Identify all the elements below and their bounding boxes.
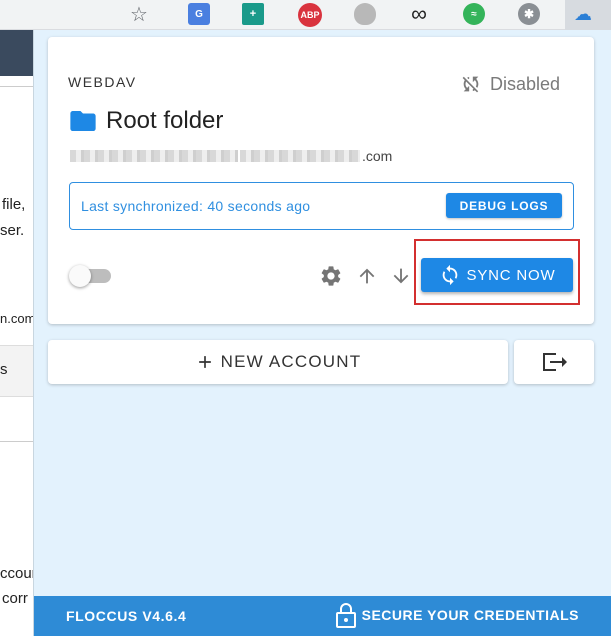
sync-status: Disabled	[460, 73, 560, 95]
star-add-icon[interactable]: ☆	[128, 3, 150, 26]
background-text: corr	[2, 590, 28, 607]
upload-button[interactable]	[354, 263, 380, 289]
lock-icon	[335, 603, 356, 628]
background-text: n.com	[0, 311, 36, 326]
new-account-label: NEW ACCOUNT	[220, 352, 362, 371]
grid-icon[interactable]: +	[242, 3, 264, 25]
sync-disabled-icon	[462, 76, 479, 93]
settings-button[interactable]	[318, 263, 344, 289]
cloud-icon[interactable]: ☁	[572, 3, 594, 25]
google-translate-icon[interactable]: G	[188, 3, 210, 25]
secure-credentials-label: SECURE YOUR CREDENTIALS	[361, 607, 579, 623]
sync-now-button[interactable]: SYNC NOW	[421, 258, 573, 292]
import-export-button[interactable]	[514, 340, 594, 384]
background-text: ccour	[0, 565, 37, 582]
sync-now-label: SYNC NOW	[466, 266, 556, 284]
account-card: WEBDAV Disabled Root folder .com Last sy…	[48, 37, 594, 324]
new-account-button[interactable]: NEW ACCOUNT	[48, 340, 508, 384]
background-text: ser.	[0, 222, 25, 239]
toggle-knob	[69, 265, 91, 287]
account-url-suffix: .com	[362, 148, 393, 164]
adblock-plus-icon[interactable]: ABP	[298, 3, 322, 27]
sync-info-box: Last synchronized: 40 seconds ago DEBUG …	[69, 182, 574, 230]
secure-credentials-link[interactable]: SECURE YOUR CREDENTIALS	[334, 601, 579, 629]
download-button[interactable]	[388, 263, 414, 289]
palm-tree-icon[interactable]: ✱	[518, 3, 540, 25]
status-label: Disabled	[489, 73, 560, 94]
arrow-down-icon	[393, 268, 409, 284]
redacted-text	[70, 150, 238, 162]
export-icon	[543, 353, 567, 371]
folder-name: Root folder	[106, 107, 224, 134]
sync-icon	[442, 264, 457, 286]
last-synchronized-text: Last synchronized: 40 seconds ago	[81, 198, 311, 214]
account-type: WEBDAV	[68, 74, 137, 90]
folder-row: Root folder	[70, 107, 223, 135]
debug-logs-button[interactable]: DEBUG LOGS	[446, 193, 562, 218]
redacted-text	[240, 150, 360, 162]
background-text: s	[0, 361, 8, 378]
infinity-icon[interactable]: ∞	[406, 1, 432, 26]
gear-icon	[321, 266, 341, 286]
plus-icon	[198, 356, 211, 368]
folder-icon	[70, 111, 96, 131]
account-url: .com	[70, 148, 392, 164]
background-text: file,	[2, 196, 26, 213]
version-label: FLOCCUS V4.6.4	[66, 608, 187, 624]
account-enable-toggle[interactable]	[69, 265, 113, 287]
footer-bar: FLOCCUS V4.6.4 SECURE YOUR CREDENTIALS	[34, 596, 611, 636]
audio-wave-icon[interactable]: ≈	[463, 3, 485, 25]
ghost-icon[interactable]	[354, 3, 376, 25]
browser-toolbar: ☆ G + ABP ∞ ≈ ✱ ☁	[0, 0, 611, 30]
floccus-popup: WEBDAV Disabled Root folder .com Last sy…	[33, 30, 611, 636]
arrow-up-icon	[359, 268, 375, 284]
